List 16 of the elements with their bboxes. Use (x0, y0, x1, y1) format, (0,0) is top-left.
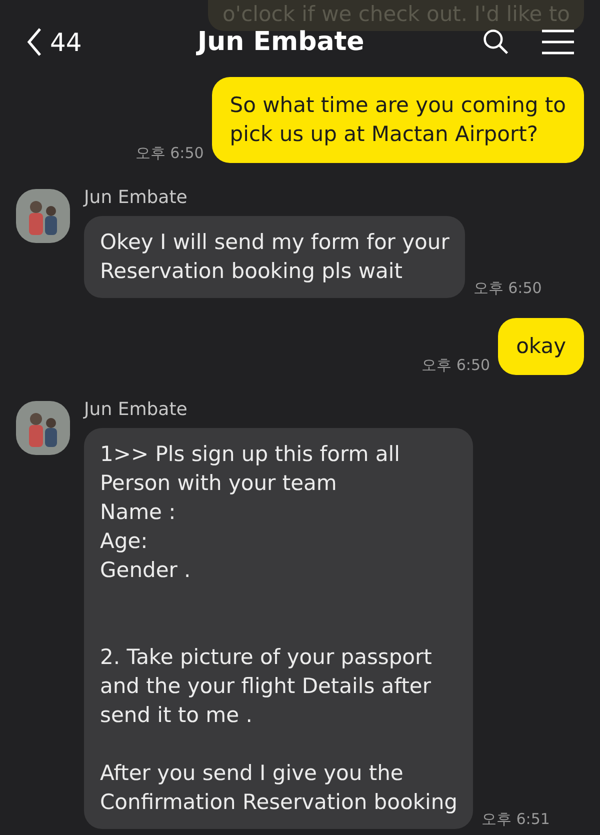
message-bubble: 1>> Pls sign up this form all Person with your team Name : Age: Gender . 2. Take picture of your passport and the your flight Details after send it to me . After you send I give you the Confirmation Reservation booking (84, 428, 474, 829)
message-time: 오후 6:51 (481, 810, 550, 829)
sender-name: Jun Embate (84, 187, 188, 208)
back-button[interactable]: 44 (26, 27, 82, 57)
avatar-icon (16, 401, 70, 455)
message-bubble: Okey I will send my form for your Reservation booking pls wait (84, 216, 466, 298)
message-time: 오후 6:50 (135, 144, 204, 163)
message-time: 오후 6:50 (422, 356, 490, 375)
search-icon[interactable] (482, 28, 510, 56)
back-icon (26, 27, 42, 57)
menu-icon[interactable] (542, 29, 574, 55)
message-bubble: okay (498, 318, 584, 375)
sender-name: Jun Embate (84, 399, 188, 420)
message-bubble: So what time are you coming to pick us up at Mactan Airport? (212, 77, 584, 163)
message-time: 오후 6:50 (473, 279, 542, 298)
avatar-icon (16, 189, 70, 243)
